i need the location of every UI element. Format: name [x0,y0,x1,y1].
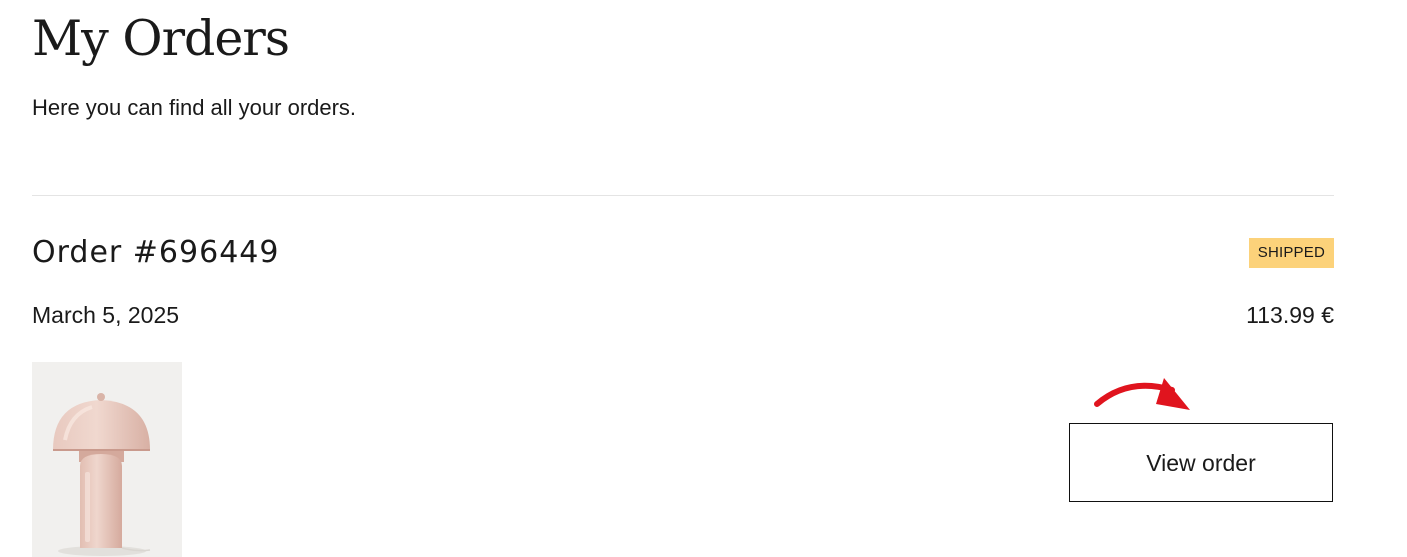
page-title: My Orders [32,10,290,67]
my-orders-page: My Orders Here you can find all your ord… [0,0,1407,557]
red-arrow-annotation [1094,378,1190,410]
view-order-button[interactable]: View order [1069,423,1333,502]
table-lamp-image [32,362,182,557]
section-divider [32,195,1334,196]
order-total: 113.99 € [1246,302,1334,328]
order-number: Order #696449 [32,235,280,270]
product-thumbnail[interactable] [32,362,182,557]
status-badge: SHIPPED [1248,238,1334,268]
order-date: March 5, 2025 [32,302,180,328]
page-subtitle: Here you can find all your orders. [32,95,357,120]
